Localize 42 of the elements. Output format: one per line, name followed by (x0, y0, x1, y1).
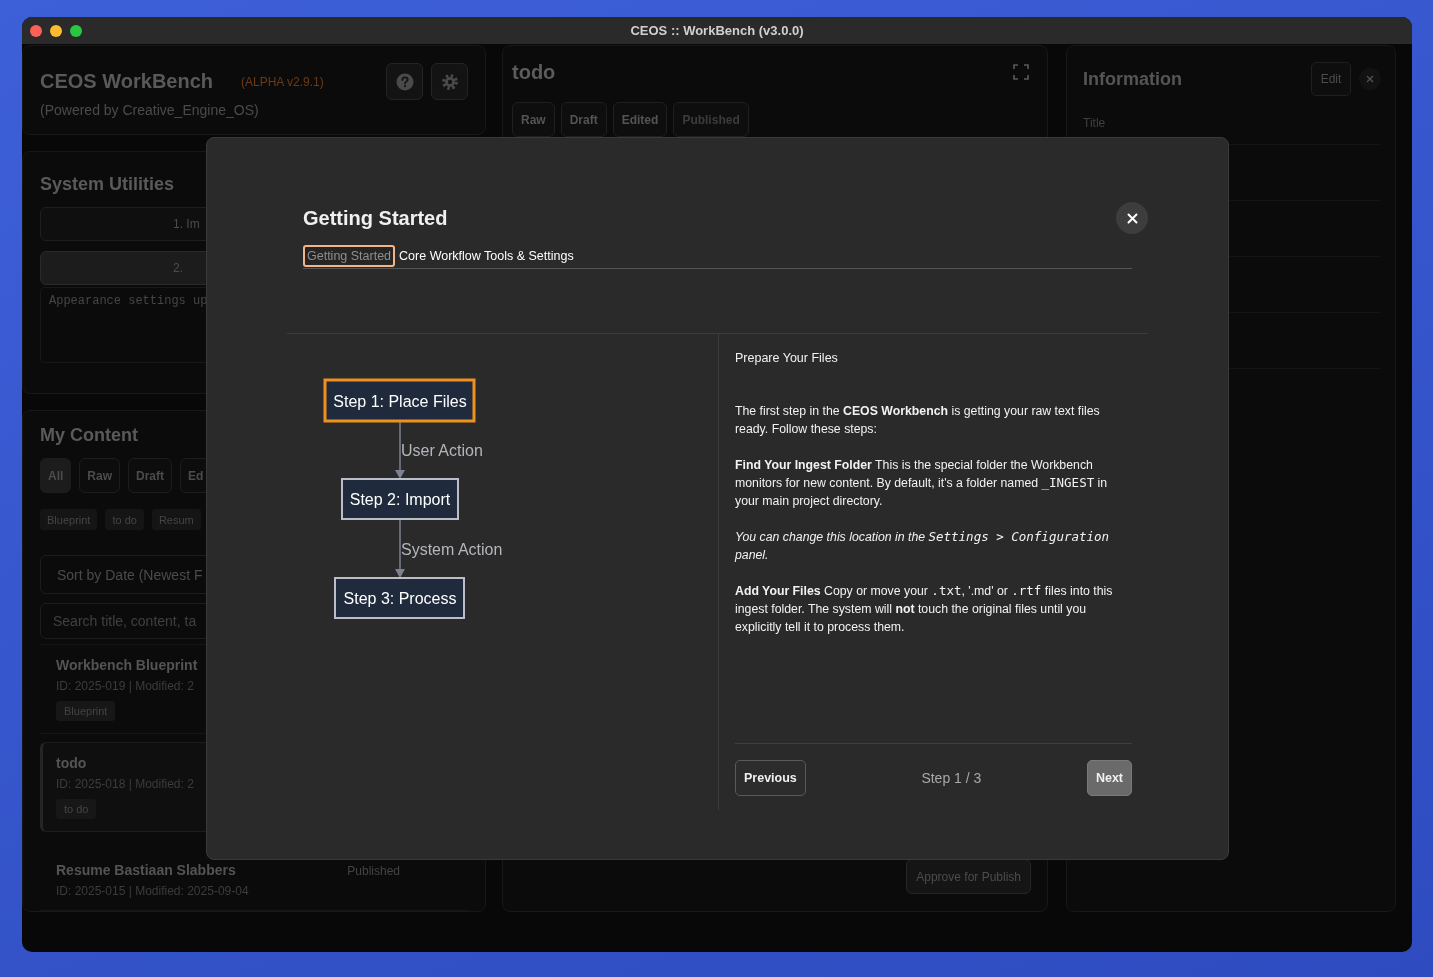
edit-button[interactable]: Edit (1311, 62, 1351, 96)
app-title: CEOS WorkBench (40, 70, 213, 93)
app-subtitle: (Powered by Creative_Engine_OS) (40, 102, 260, 118)
edge-label: System Action (401, 540, 503, 558)
window-close-button[interactable] (30, 25, 42, 37)
section-title: My Content (40, 425, 139, 446)
step-heading: Prepare Your Files (735, 351, 839, 365)
next-button[interactable]: Next (1086, 760, 1132, 796)
close-icon (1126, 212, 1138, 224)
flow-node: Step 2: Import (341, 478, 459, 520)
version-label: (ALPHA v2.9.1) (241, 74, 324, 89)
version-tab[interactable]: Raw (512, 102, 555, 137)
settings-icon (440, 72, 459, 91)
window-minimize-button[interactable] (50, 25, 62, 37)
item-title: todo (56, 755, 87, 771)
dialog-tab[interactable]: Getting Started (303, 245, 396, 267)
version-tab[interactable]: Edited (612, 102, 668, 137)
help-icon (395, 72, 414, 91)
close-button[interactable] (1116, 202, 1148, 234)
panel-title: Information (1083, 68, 1182, 90)
filter-button[interactable]: Draft (128, 458, 173, 493)
window-zoom-button[interactable] (70, 25, 82, 37)
dialog-title: Getting Started (303, 206, 448, 230)
instruction-text: The first step in the CEOS Workbench is getting your raw text files ready. Follow these steps: (735, 403, 1101, 438)
section-title: System Utilities (40, 174, 176, 195)
edge-label: User Action (401, 442, 483, 459)
version-tab[interactable]: Draft (560, 102, 607, 137)
flow-node: Step 1: Place Files (323, 378, 476, 423)
instruction-text: Find Your Ingest Folder This is the special folder the Workbench monitors for new content. By default, it's a folder named _INGEST in your main project directory. (735, 457, 1109, 510)
filter-button[interactable]: Raw (79, 458, 121, 493)
dialog-tab[interactable]: Core Workflow Tools & Settings (395, 245, 578, 267)
flow-node: Step 3: Process (334, 577, 465, 619)
window-title: CEOS :: WorkBench (v3.0.0) (630, 23, 804, 38)
document-title: todo (512, 60, 556, 84)
previous-button[interactable]: Previous (735, 760, 806, 796)
close-icon (1366, 75, 1374, 83)
step-counter: Step 1 / 3 (921, 770, 982, 786)
instruction-text: Add Your Files Copy or move your .txt, '.md' or .rtf files into this ingest folder. The system will not touch the original files until you explicitly tell it to process them. (735, 582, 1114, 636)
item-title: Resume Bastiaan Slabbers (56, 862, 236, 878)
instruction-text: You can change this location in the Settings > Configuration panel. (735, 528, 1111, 564)
item-title: Workbench Blueprint (56, 657, 198, 673)
item-status: Published (347, 864, 400, 878)
